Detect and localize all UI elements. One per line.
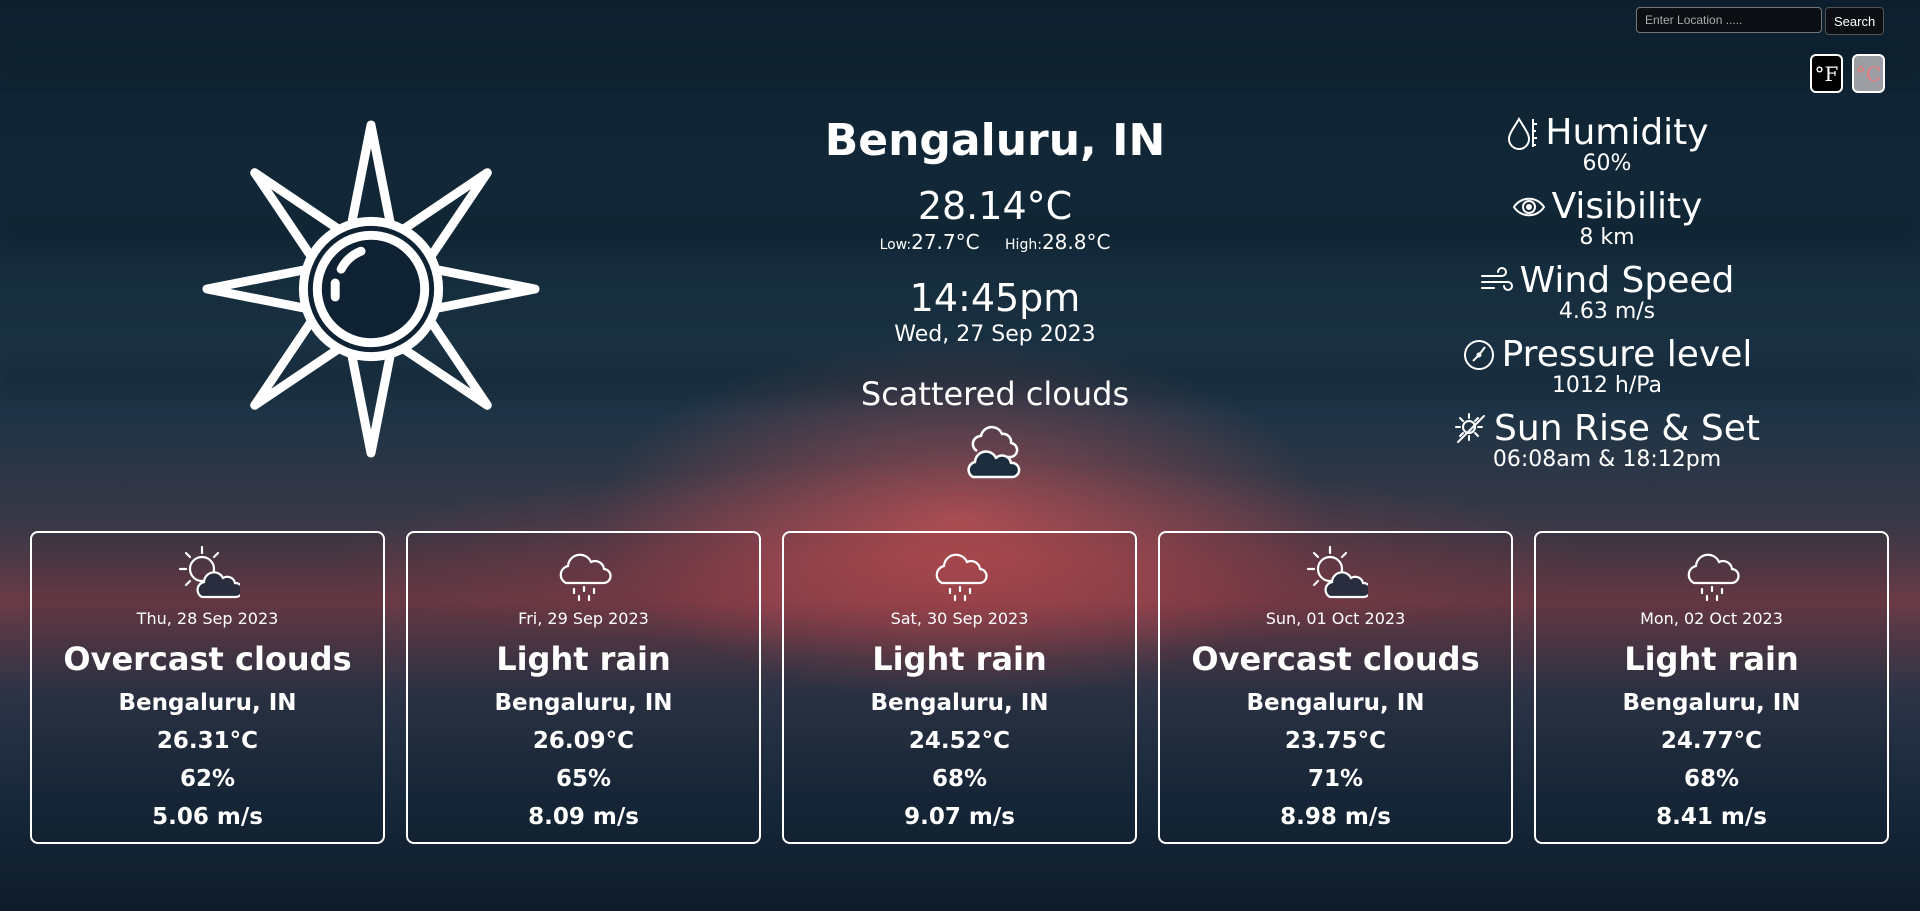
stat-label: Humidity [1545, 112, 1709, 153]
stat-value: 06:08am & 18:12pm [1492, 447, 1722, 472]
current-date: Wed, 27 Sep 2023 [894, 322, 1096, 347]
high-label: High: [1005, 237, 1042, 253]
forecast-description: Light rain [496, 640, 671, 678]
low-label: Low: [879, 237, 912, 253]
forecast-city: Bengaluru, IN [1622, 690, 1801, 716]
humidity-icon [1508, 116, 1538, 150]
stat-label: Visibility [1551, 186, 1703, 227]
forecast-card: Sun, 01 Oct 2023 Overcast clouds Bengalu… [1158, 531, 1513, 844]
forecast-wind: 8.09 m/s [528, 804, 639, 830]
sun-cloud-icon [1306, 545, 1372, 599]
forecast-city: Bengaluru, IN [870, 690, 1049, 716]
forecast-temp: 26.09°C [532, 728, 635, 754]
fahrenheit-button[interactable]: °F [1810, 54, 1843, 93]
forecast-city: Bengaluru, IN [494, 690, 673, 716]
current-temperature: 28.14°C [917, 184, 1073, 228]
forecast-date: Sat, 30 Sep 2023 [890, 609, 1029, 628]
forecast-card: Thu, 28 Sep 2023 Overcast clouds Bengalu… [30, 531, 385, 844]
stat-label: Wind Speed [1519, 260, 1735, 301]
forecast-humidity: 68% [1683, 766, 1740, 792]
stat-label: Pressure level [1501, 334, 1753, 375]
clouds-icon [967, 425, 1021, 479]
sun-cloud-icon [178, 545, 244, 599]
stat-pressure: Pressure level 1012 h/Pa [1430, 334, 1784, 408]
sun-icon [202, 120, 540, 458]
stat-visibility: Visibility 8 km [1430, 186, 1784, 260]
low-temp: 27.7°C [911, 230, 980, 254]
rain-cloud-icon [559, 553, 612, 602]
high-temp: 28.8°C [1041, 230, 1111, 254]
current-weather: Bengaluru, IN 28.14°C Low:27.7°C High:28… [760, 115, 1230, 485]
forecast-wind: 5.06 m/s [152, 804, 263, 830]
stat-value: 4.63 m/s [1558, 299, 1656, 324]
forecast-temp: 24.52°C [908, 728, 1011, 754]
forecast-card: Mon, 02 Oct 2023 Light rain Bengaluru, I… [1534, 531, 1889, 844]
forecast-card: Sat, 30 Sep 2023 Light rain Bengaluru, I… [782, 531, 1137, 844]
forecast-description: Light rain [872, 640, 1047, 678]
location-search-input[interactable] [1636, 7, 1822, 33]
forecast-wind: 8.98 m/s [1280, 804, 1391, 830]
rain-cloud-icon [935, 553, 988, 602]
wind-icon [1480, 266, 1513, 291]
stat-value: 60% [1582, 151, 1632, 176]
forecast-description: Overcast clouds [1191, 640, 1480, 678]
sunrise-icon [1455, 412, 1486, 443]
forecast-date: Thu, 28 Sep 2023 [136, 609, 279, 628]
stat-humidity: Humidity 60% [1430, 112, 1784, 186]
eye-icon [1512, 197, 1545, 216]
forecast-description: Light rain [1624, 640, 1799, 678]
forecast-wind: 9.07 m/s [904, 804, 1015, 830]
forecast-temp: 23.75°C [1284, 728, 1387, 754]
forecast-humidity: 62% [179, 766, 236, 792]
forecast-humidity: 65% [555, 766, 612, 792]
forecast-city: Bengaluru, IN [1246, 690, 1425, 716]
weather-stats: Humidity 60% Visibility 8 km Wind Speed … [1430, 112, 1784, 482]
forecast-humidity: 71% [1307, 766, 1364, 792]
city-name: Bengaluru, IN [824, 115, 1166, 166]
forecast-card: Fri, 29 Sep 2023 Light rain Bengaluru, I… [406, 531, 761, 844]
weather-description: Scattered clouds [860, 375, 1130, 413]
forecast-humidity: 68% [931, 766, 988, 792]
temp-range: Low:27.7°C High:28.8°C [760, 230, 1230, 254]
forecast-city: Bengaluru, IN [118, 690, 297, 716]
forecast-list: Thu, 28 Sep 2023 Overcast clouds Bengalu… [30, 531, 1889, 844]
stat-wind-speed: Wind Speed 4.63 m/s [1430, 260, 1784, 334]
search-bar: Search [1636, 7, 1885, 35]
stat-value: 1012 h/Pa [1551, 373, 1663, 398]
forecast-date: Sun, 01 Oct 2023 [1265, 609, 1406, 628]
current-time: 14:45pm [909, 276, 1081, 320]
forecast-temp: 26.31°C [156, 728, 259, 754]
forecast-description: Overcast clouds [63, 640, 352, 678]
celsius-button[interactable]: °C [1852, 54, 1885, 93]
forecast-date: Fri, 29 Sep 2023 [518, 609, 649, 628]
forecast-temp: 24.77°C [1660, 728, 1763, 754]
stat-value: 8 km [1579, 225, 1635, 250]
stat-label: Sun Rise & Set [1494, 408, 1760, 449]
forecast-date: Mon, 02 Oct 2023 [1640, 609, 1783, 628]
compass-icon [1463, 339, 1494, 370]
stat-sunrise-sunset: Sun Rise & Set 06:08am & 18:12pm [1430, 408, 1784, 482]
unit-toggle-group: °F °C [1810, 54, 1885, 93]
forecast-wind: 8.41 m/s [1656, 804, 1767, 830]
rain-cloud-icon [1687, 553, 1740, 602]
search-button[interactable]: Search [1825, 7, 1885, 35]
